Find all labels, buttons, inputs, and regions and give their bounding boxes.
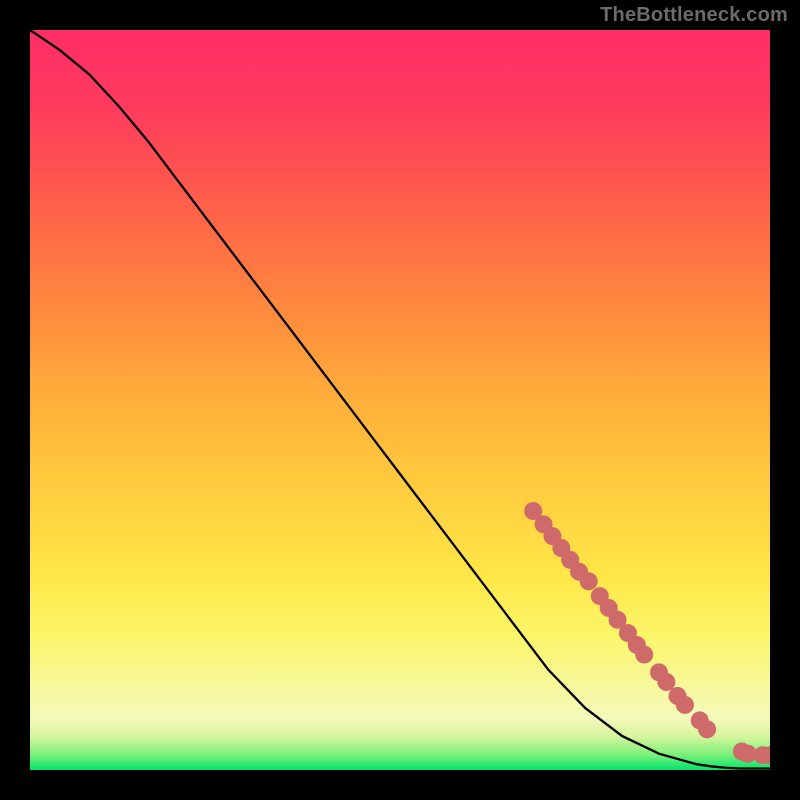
chart-stage: TheBottleneck.com xyxy=(0,0,800,800)
data-marker xyxy=(676,696,694,714)
data-marker xyxy=(580,572,598,590)
data-marker xyxy=(698,720,716,738)
data-marker xyxy=(657,673,675,691)
data-marker xyxy=(635,646,653,664)
chart-svg xyxy=(30,30,770,770)
attribution-label: TheBottleneck.com xyxy=(600,4,788,27)
marker-group xyxy=(524,502,770,764)
curve-line xyxy=(30,30,770,769)
plot-area xyxy=(30,30,770,770)
